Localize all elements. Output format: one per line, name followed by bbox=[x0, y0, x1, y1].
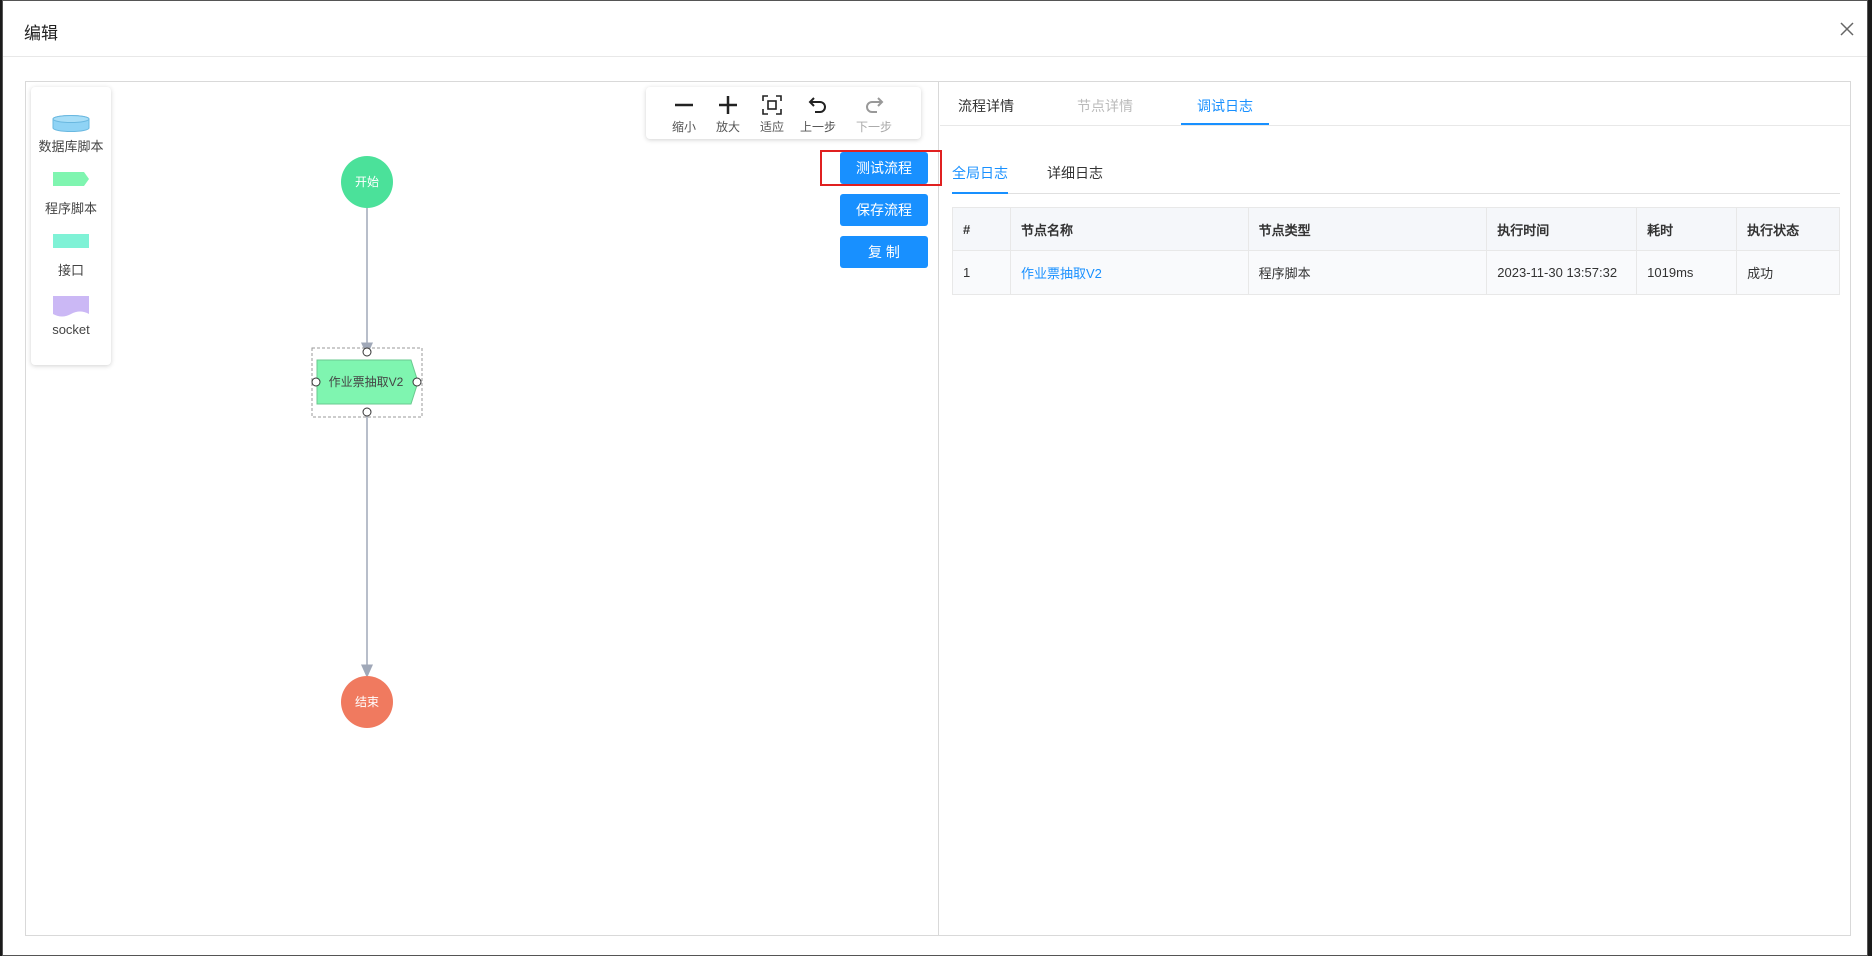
zoom-in-label: 放大 bbox=[715, 120, 740, 134]
dialog-title: 编辑 bbox=[24, 24, 58, 43]
subtab-global-log[interactable]: 全局日志 bbox=[952, 163, 1008, 183]
subtab-detail-log[interactable]: 详细日志 bbox=[1047, 163, 1103, 183]
redo-label: 下一步 bbox=[855, 120, 892, 134]
fit-screen-icon bbox=[762, 95, 782, 115]
undo-button[interactable]: 上一步 bbox=[796, 91, 840, 135]
minus-icon bbox=[675, 103, 693, 107]
anchor-top[interactable] bbox=[362, 347, 372, 357]
edit-dialog: 编辑 开始 作业票抽取V2 结束 数据库脚本 程序脚本 接口 socket 缩小… bbox=[2, 0, 1868, 956]
zoom-out-button[interactable]: 缩小 bbox=[662, 91, 706, 135]
palette-item-database[interactable] bbox=[31, 115, 111, 133]
log-subtabs: 全局日志 详细日志 bbox=[952, 160, 1840, 194]
flow-diagram: 开始 作业票抽取V2 结束 bbox=[311, 156, 423, 728]
detail-panel: 流程详情 节点详情 调试日志 全局日志 详细日志 # 节点名称 节点类型 执行时… bbox=[940, 82, 1850, 935]
zoom-in-button[interactable]: 放大 bbox=[706, 91, 750, 135]
col-header-index: # bbox=[952, 207, 1011, 251]
panel-tabs: 流程详情 节点详情 调试日志 bbox=[940, 82, 1850, 126]
tab-debug-log[interactable]: 调试日志 bbox=[1197, 96, 1253, 116]
palette-label-interface: 接口 bbox=[57, 263, 84, 278]
end-node[interactable]: 结束 bbox=[341, 676, 393, 728]
cell-node-name-link[interactable]: 作业票抽取V2 bbox=[1009, 250, 1249, 295]
undo-label: 上一步 bbox=[799, 120, 836, 134]
palette-label-program-script: 程序脚本 bbox=[44, 201, 97, 216]
palette-item-program-script[interactable] bbox=[31, 171, 111, 187]
redo-button[interactable]: 下一步 bbox=[852, 91, 896, 135]
flow-editor: 开始 作业票抽取V2 结束 数据库脚本 程序脚本 接口 socket 缩小 放大… bbox=[25, 81, 1851, 936]
close-icon[interactable] bbox=[1837, 19, 1857, 39]
task-node-label: 作业票抽取V2 bbox=[329, 375, 404, 389]
col-header-status: 执行状态 bbox=[1736, 207, 1840, 251]
fit-button[interactable]: 适应 bbox=[750, 91, 794, 135]
palette-label-socket: socket bbox=[52, 322, 90, 337]
task-node[interactable]: 作业票抽取V2 bbox=[311, 347, 423, 418]
fit-label: 适应 bbox=[759, 120, 784, 134]
table-row: 1 作业票抽取V2 程序脚本 2023-11-30 13:57:32 1019m… bbox=[952, 250, 1840, 295]
cell-status: 成功 bbox=[1736, 250, 1840, 295]
col-header-exec-time: 执行时间 bbox=[1486, 207, 1638, 251]
database-icon bbox=[52, 115, 90, 132]
tab-node-details[interactable]: 节点详情 bbox=[1077, 96, 1133, 116]
save-flow-button[interactable]: 保存流程 bbox=[840, 194, 928, 226]
undo-icon bbox=[808, 97, 826, 113]
cell-node-type: 程序脚本 bbox=[1247, 250, 1488, 295]
end-node-label: 结束 bbox=[355, 695, 379, 709]
palette-item-interface[interactable] bbox=[31, 233, 111, 249]
dialog-header: 编辑 bbox=[3, 1, 1867, 57]
node-palette: 数据库脚本 程序脚本 接口 socket bbox=[31, 87, 111, 365]
plus-icon bbox=[719, 96, 737, 114]
col-header-node-name: 节点名称 bbox=[1009, 207, 1249, 251]
cell-index: 1 bbox=[952, 250, 1011, 295]
interface-icon bbox=[53, 234, 89, 248]
highlight-box bbox=[820, 150, 942, 186]
canvas-toolbar: 缩小 放大 适应 上一步 下一步 bbox=[646, 87, 921, 139]
copy-button[interactable]: 复 制 bbox=[840, 236, 928, 268]
zoom-out-label: 缩小 bbox=[671, 120, 696, 134]
redo-icon bbox=[866, 97, 884, 113]
table-header-row: # 节点名称 节点类型 执行时间 耗时 执行状态 bbox=[952, 207, 1840, 251]
col-header-node-type: 节点类型 bbox=[1247, 207, 1488, 251]
palette-label-database: 数据库脚本 bbox=[38, 139, 104, 154]
flow-canvas[interactable]: 开始 作业票抽取V2 结束 数据库脚本 程序脚本 接口 socket 缩小 放大… bbox=[26, 82, 942, 935]
start-node[interactable]: 开始 bbox=[341, 156, 393, 208]
active-subtab-indicator bbox=[952, 192, 1008, 194]
anchor-left[interactable] bbox=[311, 377, 321, 387]
cell-exec-time: 2023-11-30 13:57:32 bbox=[1486, 250, 1638, 295]
anchor-right[interactable] bbox=[412, 377, 422, 387]
socket-icon bbox=[53, 296, 89, 317]
start-node-label: 开始 bbox=[355, 175, 379, 189]
active-tab-indicator bbox=[1181, 123, 1269, 125]
log-table: # 节点名称 节点类型 执行时间 耗时 执行状态 1 作业票抽取V2 程序脚本 … bbox=[952, 207, 1840, 295]
palette-item-socket[interactable] bbox=[31, 295, 111, 319]
cell-duration: 1019ms bbox=[1636, 250, 1738, 295]
col-header-duration: 耗时 bbox=[1636, 207, 1738, 251]
anchor-bottom[interactable] bbox=[362, 407, 372, 417]
program-script-icon bbox=[53, 172, 89, 186]
tab-flow-details[interactable]: 流程详情 bbox=[958, 96, 1014, 116]
